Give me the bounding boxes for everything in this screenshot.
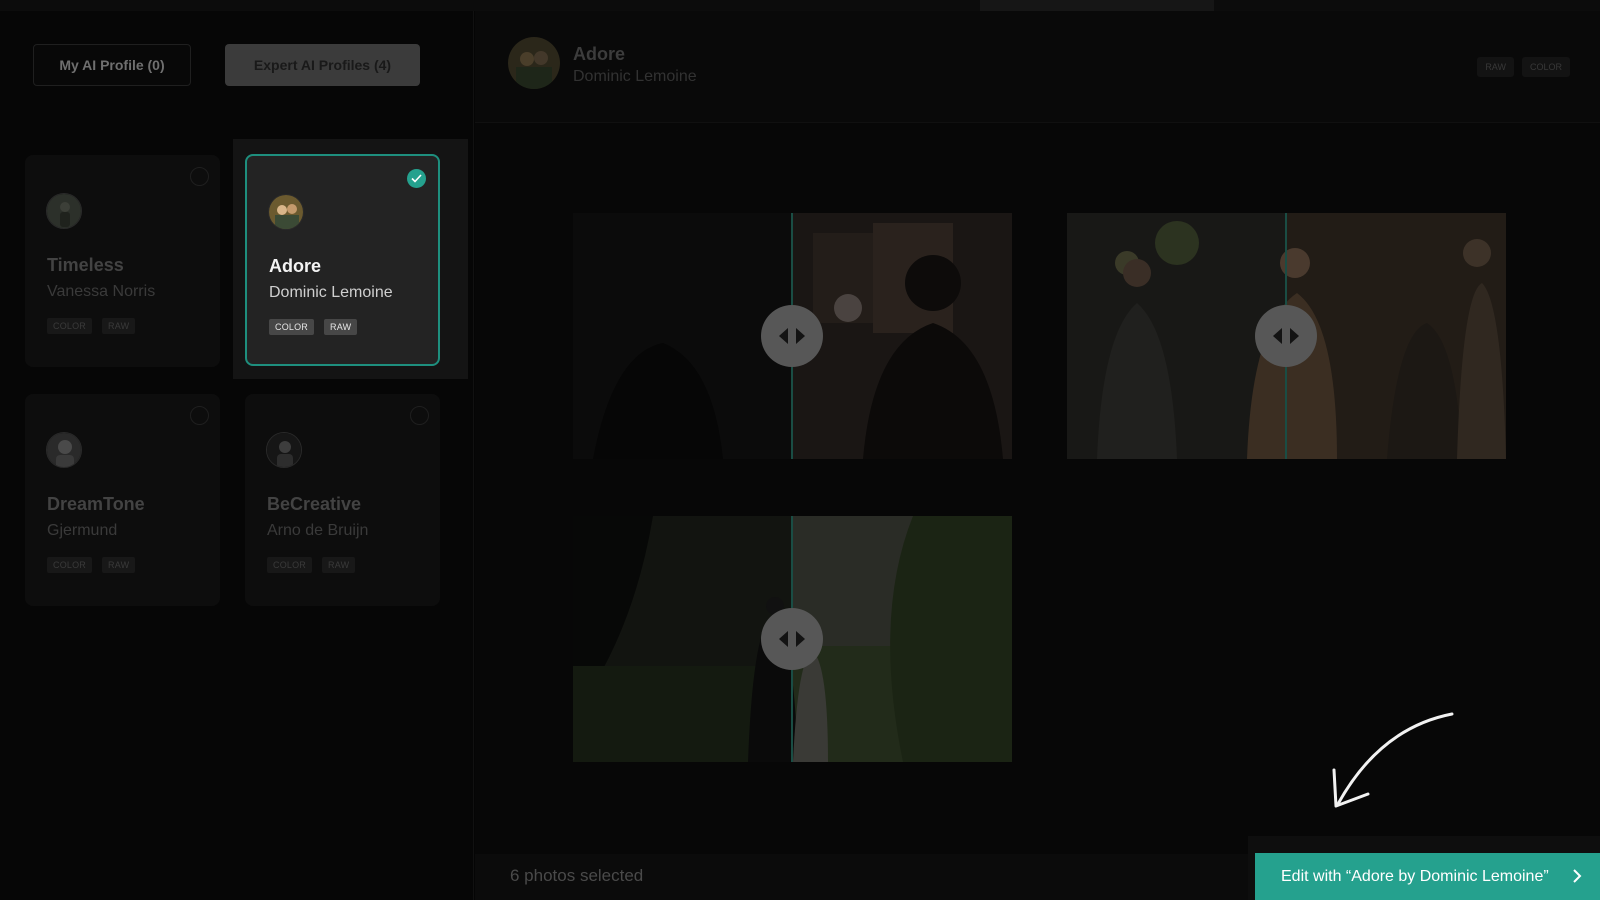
tag-raw: RAW [102, 557, 136, 573]
left-right-arrows-icon[interactable] [761, 608, 823, 670]
profile-card-timeless[interactable]: Timeless Vanessa Norris COLOR RAW [25, 155, 220, 367]
photo-compare-2[interactable] [1067, 213, 1506, 459]
profile-card-becreative[interactable]: BeCreative Arno de Bruijn COLOR RAW [245, 394, 440, 606]
tag-raw: RAW [1477, 57, 1514, 77]
profile-name: DreamTone [47, 494, 145, 514]
progress-segment [980, 0, 1214, 11]
tag-raw: RAW [102, 318, 136, 334]
avatar [268, 194, 304, 230]
annotation-arrow-icon [1332, 712, 1454, 808]
tag-color: COLOR [47, 318, 93, 334]
header-profile-author: Dominic Lemoine [573, 68, 697, 85]
tag-raw: RAW [322, 557, 356, 573]
tab-expert-ai-profiles[interactable]: Expert AI Profiles (4) [225, 44, 420, 86]
tag-color: COLOR [47, 557, 93, 573]
tag-color: COLOR [1521, 57, 1570, 77]
avatar [46, 432, 82, 468]
radio-unchecked-icon[interactable] [190, 167, 209, 186]
photos-selected-count: 6 photos selected [510, 866, 644, 885]
chevron-right-icon [1573, 869, 1582, 883]
profile-name: Adore [269, 256, 322, 276]
top-progress-bar [0, 0, 1600, 11]
profile-author: Vanessa Norris [47, 283, 156, 300]
avatar [46, 193, 82, 229]
photo-compare-3[interactable] [573, 516, 1012, 762]
profile-header: Adore Dominic Lemoine RAW COLOR [475, 11, 1600, 123]
tag-color: COLOR [269, 319, 315, 335]
profile-author: Arno de Bruijn [267, 522, 369, 539]
avatar [266, 432, 302, 468]
radio-unchecked-icon[interactable] [190, 406, 209, 425]
profile-name: Timeless [47, 255, 124, 275]
header-profile-name: Adore [573, 44, 626, 64]
tag-color: COLOR [267, 557, 313, 573]
profile-sidebar: My AI Profile (0) Expert AI Profiles (4)… [0, 11, 474, 900]
profile-author: Dominic Lemoine [269, 284, 393, 301]
profile-card-dreamtone[interactable]: DreamTone Gjermund COLOR RAW [25, 394, 220, 606]
photo-compare-1[interactable] [573, 213, 1012, 459]
edit-button-label: Edit with “Adore by Dominic Lemoine” [1281, 867, 1549, 885]
avatar [508, 37, 560, 89]
profile-author: Gjermund [47, 522, 118, 539]
left-right-arrows-icon[interactable] [761, 305, 823, 367]
tag-raw: RAW [324, 319, 358, 335]
tab-my-ai-profile[interactable]: My AI Profile (0) [33, 44, 191, 86]
edit-with-profile-button[interactable]: Edit with “Adore by Dominic Lemoine” [1255, 853, 1600, 900]
check-icon[interactable] [407, 169, 426, 188]
profile-name: BeCreative [267, 494, 362, 514]
profile-card-adore[interactable]: Adore Dominic Lemoine COLOR RAW [245, 154, 440, 366]
radio-unchecked-icon[interactable] [410, 406, 429, 425]
left-right-arrows-icon[interactable] [1255, 305, 1317, 367]
